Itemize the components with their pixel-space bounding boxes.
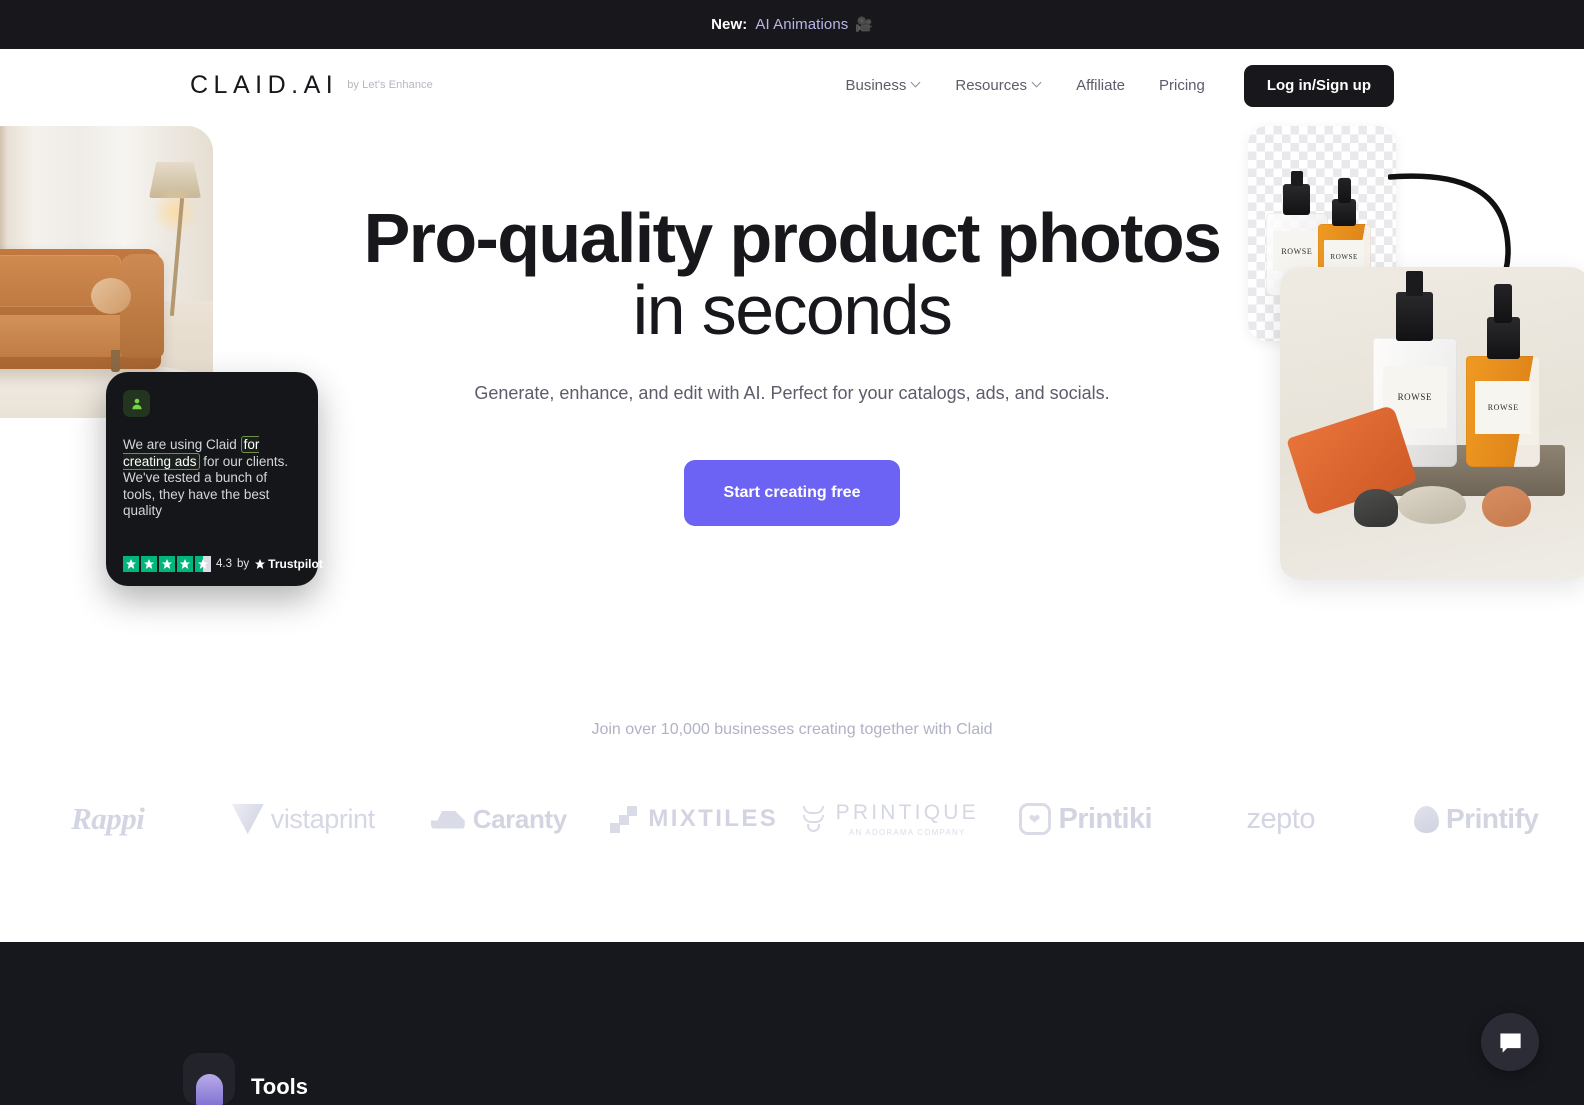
printique-swoosh-icon xyxy=(801,805,827,833)
logo-byline: by Let's Enhance xyxy=(347,79,433,91)
site-header: CLAID.AI by Let's Enhance Business Resou… xyxy=(0,49,1584,122)
movie-camera-icon: 🎥 xyxy=(855,16,873,32)
announcement-link[interactable]: AI Animations xyxy=(755,16,848,33)
nav-item-affiliate[interactable]: Affiliate xyxy=(1059,77,1142,94)
printiki-heart-icon: ❤ xyxy=(1018,803,1051,835)
social-proof-text: Join over 10,000 businesses creating tog… xyxy=(591,721,993,738)
logo-printique-subtitle: AN ADORAMA COMPANY xyxy=(848,828,966,837)
login-signup-button[interactable]: Log in/Sign up xyxy=(1243,64,1394,107)
bottle-dropper xyxy=(1337,177,1351,203)
rating-by: by xyxy=(237,558,250,570)
star-icon xyxy=(123,556,139,572)
nav-label-pricing: Pricing xyxy=(1158,77,1205,94)
nav-item-business[interactable]: Business xyxy=(828,77,938,94)
logo-caranty-text: Caranty xyxy=(472,803,567,834)
dark-section: Tools xyxy=(0,942,1584,1105)
announcement-bar[interactable]: New: AI Animations 🎥 xyxy=(0,0,1584,49)
star-icon xyxy=(141,556,157,572)
announcement-prefix: New: xyxy=(711,16,748,33)
logo-printiki[interactable]: ❤ Printiki xyxy=(988,803,1184,836)
car-icon xyxy=(430,811,465,829)
star-icon xyxy=(255,559,266,569)
headline-strong: Pro-quality product photos xyxy=(363,199,1222,277)
star-icon xyxy=(177,556,193,572)
testimonial-quote: We are using Claid for creating ads for … xyxy=(123,436,301,520)
nav-item-resources[interactable]: Resources xyxy=(938,77,1059,94)
logo-vistaprint[interactable]: vistaprint xyxy=(206,804,402,835)
headline-light: in seconds xyxy=(632,271,953,350)
nav-label-resources: Resources xyxy=(955,77,1028,94)
star-rating xyxy=(123,556,211,572)
star-half-icon xyxy=(195,556,211,572)
logo-zepto-text: zepto xyxy=(1246,802,1316,835)
customer-logo-strip: Rappi vistaprint Caranty MIXTILES PRINTI… xyxy=(0,801,1584,837)
logo-vistaprint-text: vistaprint xyxy=(270,803,375,834)
chat-bubble-icon xyxy=(1499,1033,1521,1053)
printify-mark-icon xyxy=(1414,805,1440,833)
logo-printify-text: Printify xyxy=(1446,803,1539,834)
testimonial-card: We are using Claid for creating ads for … xyxy=(106,372,323,586)
star-icon xyxy=(159,556,175,572)
hero-section: We are using Claid for creating ads for … xyxy=(0,122,1584,717)
logo-mixtiles-text: MIXTILES xyxy=(648,805,779,832)
main-navigation: Business Resources Affiliate Pricing Log… xyxy=(828,64,1394,107)
nav-label-business: Business xyxy=(845,77,907,94)
bottle-nozzle xyxy=(1290,170,1304,187)
nav-label-affiliate: Affiliate xyxy=(1076,77,1125,94)
logo-rappi[interactable]: Rappi xyxy=(10,801,206,837)
chevron-down-icon xyxy=(912,79,921,88)
trustpilot-rating: 4.3 by Trustpilot xyxy=(123,556,323,572)
page-title: Pro-quality product photos in seconds xyxy=(357,202,1227,346)
logo-mixtiles[interactable]: MIXTILES xyxy=(597,805,793,833)
chevron-down-icon xyxy=(1033,79,1042,88)
person-icon xyxy=(123,390,150,417)
chat-widget-button[interactable] xyxy=(1481,1013,1539,1071)
quote-part-before: We are using Claid xyxy=(123,437,241,452)
logo-zepto[interactable]: zepto xyxy=(1183,803,1379,836)
rating-value: 4.3 xyxy=(216,558,232,570)
logo-wordmark: CLAID.AI xyxy=(190,71,339,99)
trustpilot-logo: Trustpilot xyxy=(254,557,323,571)
logo-rappi-text: Rappi xyxy=(71,801,145,836)
logo[interactable]: CLAID.AI by Let's Enhance xyxy=(190,73,433,98)
tools-entry[interactable]: Tools xyxy=(183,1053,308,1105)
logo-printify[interactable]: Printify xyxy=(1379,803,1575,835)
logo-caranty[interactable]: Caranty xyxy=(401,804,597,835)
vistaprint-triangle-icon xyxy=(231,804,264,834)
trustpilot-label: Trustpilot xyxy=(268,557,323,571)
logo-printiki-text: Printiki xyxy=(1058,802,1153,835)
logo-printique[interactable]: PRINTIQUE AN ADORAMA COMPANY xyxy=(792,801,988,837)
tools-icon xyxy=(183,1053,235,1105)
start-creating-free-button[interactable]: Start creating free xyxy=(684,460,900,527)
hero-subheadline: Generate, enhance, and edit with AI. Per… xyxy=(474,383,1110,404)
mixtiles-squares-icon xyxy=(610,805,638,833)
logo-printique-text: PRINTIQUE xyxy=(835,801,979,824)
nav-item-pricing[interactable]: Pricing xyxy=(1142,77,1222,94)
tools-label: Tools xyxy=(251,1074,309,1099)
